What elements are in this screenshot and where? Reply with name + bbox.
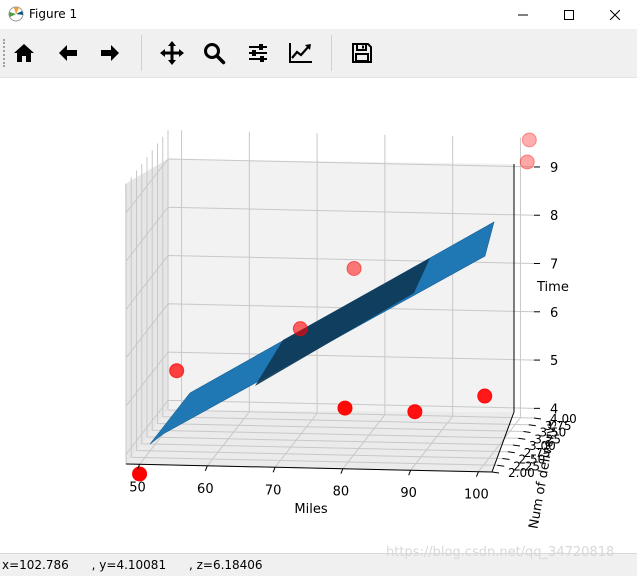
cursor-coordinates: x=102.786 , y=4.10081 , z=6.18406	[2, 558, 263, 572]
x-tick-label: 80	[333, 485, 350, 500]
minimize-button[interactable]	[500, 0, 546, 29]
data-point	[337, 400, 353, 416]
maximize-button[interactable]	[546, 0, 592, 29]
x-axis-label: Miles	[294, 502, 327, 517]
y-tick-mark	[497, 464, 505, 467]
data-point	[346, 260, 362, 276]
x-tick-mark	[408, 470, 412, 476]
data-point	[132, 466, 148, 482]
pan-button[interactable]	[156, 37, 188, 69]
data-point	[521, 132, 537, 148]
forward-button[interactable]	[94, 37, 126, 69]
home-icon	[14, 44, 34, 62]
arrow-right-icon	[101, 45, 119, 61]
y-tick-mark	[502, 458, 510, 460]
y-tick-mark	[507, 451, 515, 454]
y-tick-mark	[512, 444, 521, 447]
figure-canvas[interactable]: 50 60 70 80 90 100 2.00 2.25 2.50 2.75 3.00 3.25 3.…	[0, 77, 637, 553]
window-title: Figure 1	[29, 7, 78, 21]
move-icon	[160, 41, 184, 65]
x-tick-mark	[340, 468, 344, 474]
data-point	[477, 388, 493, 404]
y-tick-mark	[533, 417, 542, 420]
x-tick-label: 50	[129, 480, 146, 495]
close-icon	[610, 9, 620, 20]
3d-scatter-chart[interactable]: 50 60 70 80 90 100 2.002.252.502.753.003.253.…	[0, 77, 637, 553]
matplotlib-logo-icon	[8, 6, 24, 22]
x-tick-label: 90	[400, 486, 417, 501]
z-tick-label: 7	[550, 258, 558, 273]
x-tick-mark	[475, 471, 479, 477]
axes-panes	[125, 159, 514, 472]
data-point	[519, 154, 535, 170]
z-tick-label: 6	[550, 306, 558, 321]
navigation-toolbar	[0, 29, 637, 78]
home-button[interactable]	[8, 37, 40, 69]
z-axis-label: Time	[536, 280, 569, 295]
back-button[interactable]	[52, 37, 84, 69]
toolbar-separator	[141, 35, 142, 71]
y-tick-mark	[528, 424, 536, 427]
data-point	[169, 363, 185, 379]
chart-line-icon	[289, 43, 312, 63]
y-tick-mark	[518, 437, 526, 440]
z-tick-label: 5	[550, 354, 558, 369]
floppy-disk-icon	[352, 43, 372, 63]
z-tick-label: 4	[550, 402, 558, 417]
y-tick-mark	[491, 471, 500, 474]
y-tick-mark	[523, 431, 531, 433]
arrow-left-icon	[59, 45, 77, 61]
edit-axis-button[interactable]	[285, 37, 317, 69]
z-tick-label: 8	[550, 209, 558, 224]
close-button[interactable]	[592, 0, 637, 29]
x-tick-label: 70	[265, 483, 282, 498]
title-bar: Figure 1	[0, 0, 637, 29]
data-point	[292, 321, 308, 337]
search-icon	[204, 43, 226, 65]
minimize-icon	[518, 14, 528, 15]
watermark-text: https://blog.csdn.net/qq_34720818	[386, 545, 615, 560]
sliders-icon	[249, 44, 267, 62]
toolbar-separator	[331, 35, 332, 71]
maximize-icon	[564, 9, 574, 20]
x-tick-mark	[272, 467, 276, 473]
z-tick-label: 9	[550, 161, 558, 176]
data-point	[407, 404, 423, 420]
x-tick-label: 100	[464, 488, 489, 503]
x-tick-mark	[204, 465, 208, 471]
x-tick-label: 60	[197, 482, 214, 497]
zoom-button[interactable]	[198, 37, 230, 69]
configure-subplots-button[interactable]	[242, 37, 274, 69]
save-button[interactable]	[346, 37, 378, 69]
